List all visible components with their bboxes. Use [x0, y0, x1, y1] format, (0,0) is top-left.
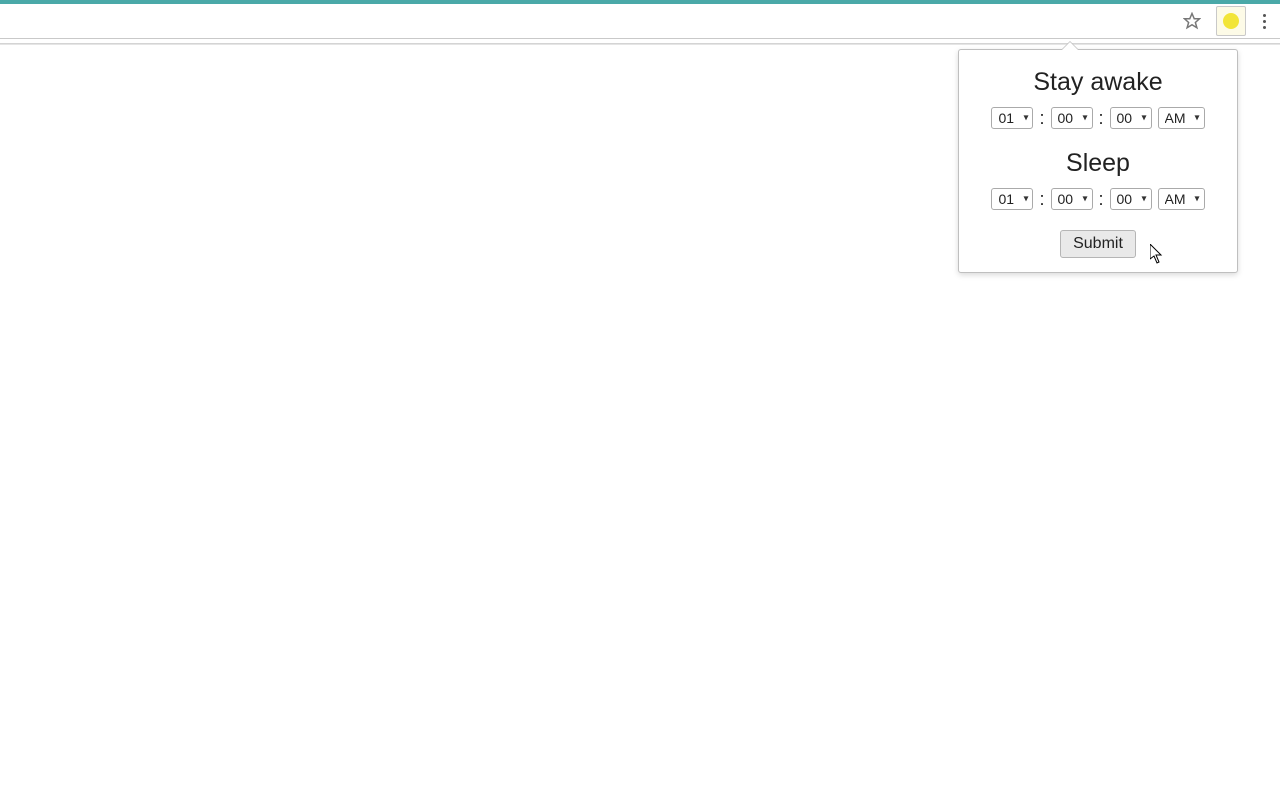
sun-icon [1223, 13, 1239, 29]
sleep-seconds-select[interactable]: 00 [1110, 188, 1152, 210]
stay-awake-title: Stay awake [969, 68, 1227, 97]
sleep-ampm-select[interactable]: AM [1158, 188, 1205, 210]
stay-awake-ampm-select[interactable]: AM [1158, 107, 1205, 129]
kebab-dot [1263, 20, 1266, 23]
browser-menu-button[interactable] [1254, 7, 1274, 35]
stay-awake-time-row: 01 : 00 : 00 AM [969, 107, 1227, 129]
sleep-title: Sleep [969, 149, 1227, 178]
kebab-dot [1263, 14, 1266, 17]
extension-button[interactable] [1216, 6, 1246, 36]
submit-button[interactable]: Submit [1060, 230, 1136, 258]
sleep-time-row: 01 : 00 : 00 AM [969, 188, 1227, 210]
time-separator: : [1039, 189, 1044, 210]
sleep-hours-select[interactable]: 01 [991, 188, 1033, 210]
stay-awake-minutes-select[interactable]: 00 [1051, 107, 1093, 129]
kebab-dot [1263, 26, 1266, 29]
time-separator: : [1099, 108, 1104, 129]
browser-toolbar [0, 4, 1280, 39]
extension-popup: Stay awake 01 : 00 : 00 AM Sleep 01 : 00… [958, 49, 1238, 273]
sleep-minutes-select[interactable]: 00 [1051, 188, 1093, 210]
submit-row: Submit [969, 230, 1227, 258]
toolbar-separator [0, 43, 1280, 45]
stay-awake-seconds-select[interactable]: 00 [1110, 107, 1152, 129]
stay-awake-hours-select[interactable]: 01 [991, 107, 1033, 129]
time-separator: : [1099, 189, 1104, 210]
time-separator: : [1039, 108, 1044, 129]
bookmark-star-icon[interactable] [1182, 11, 1202, 31]
